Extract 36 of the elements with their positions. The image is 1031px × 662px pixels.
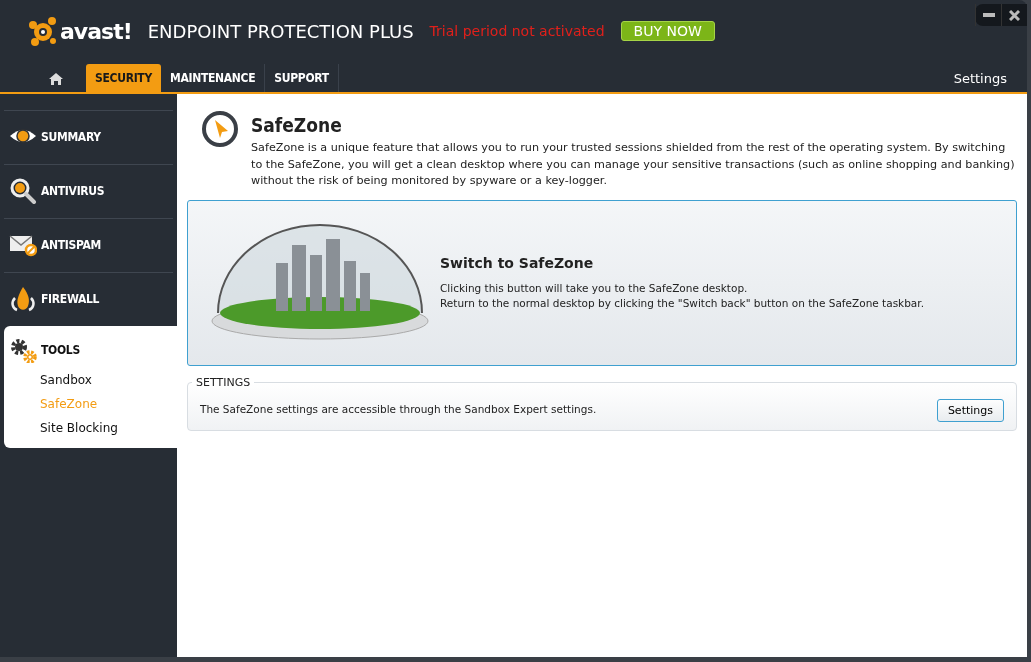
nav-item[interactable]: SUMMARY [4,110,173,162]
nav-label: ANTIVIRUS [41,183,105,198]
nav-tab[interactable]: SUPPORT [265,64,339,92]
panel-text: Return to the normal desktop by clicking the "Switch back" button on the SafeZone taskbar. [440,295,924,311]
product-title: ENDPOINT PROTECTION PLUS [147,20,414,42]
nav-label: ANTISPAM [41,237,102,252]
page-title: SafeZone [251,114,343,136]
nav-label: TOOLS [41,343,80,357]
flame-icon [9,285,37,312]
group-legend: SETTINGS [192,375,255,389]
settings-link[interactable]: Settings [953,71,1007,86]
trial-notice: Trial period not activated [429,23,605,39]
nav-item[interactable]: FIREWALL [4,272,173,324]
panel-text: Clicking this button will take you to the SafeZone desktop. [440,280,749,296]
magnifier-icon [9,177,37,204]
nav-item-expanded[interactable]: TOOLS Sandbox SafeZone Site Blocking [4,326,177,448]
gears-icon [9,337,37,363]
nav-item[interactable]: ANTIVIRUS [4,164,173,216]
splat-logo-icon [28,16,58,46]
settings-text: The SafeZone settings are accessible through the Sandbox Expert settings. [200,403,598,415]
nav-tab[interactable]: SECURITY [86,64,161,92]
nav-tab[interactable]: MAINTENANCE [160,64,266,92]
nav-label: FIREWALL [41,291,100,306]
nav-subitem[interactable]: Site Blocking [9,416,177,440]
close-icon [1009,9,1020,21]
switch-safezone-button[interactable]: Switch to SafeZone Clicking this button will take you to the SafeZone desktop. Return to the normal desktop by clicking the "Switch back" button on the SafeZone taskbar. [187,199,1017,366]
settings-button[interactable]: Settings [936,398,1004,422]
panel-title: Switch to SafeZone [440,254,595,271]
home-icon[interactable] [48,72,64,86]
nav-label: SUMMARY [41,129,101,144]
nav-item[interactable]: ANTISPAM [4,218,173,270]
minimize-icon [982,13,995,17]
page-description: SafeZone is a unique feature that allows you to run your trusted sessions shielded from the rest of the operating system. By switching to the SafeZone, you will get a clean desktop where you can manage your sensitive transactions (such as online shopping and banking) without the risk of being monitored by spyware or a key-logger. [251,140,1016,189]
logo-text: avast! [60,18,132,44]
nav-subitem[interactable]: Sandbox [9,368,177,392]
cursor-badge-icon [201,110,239,148]
